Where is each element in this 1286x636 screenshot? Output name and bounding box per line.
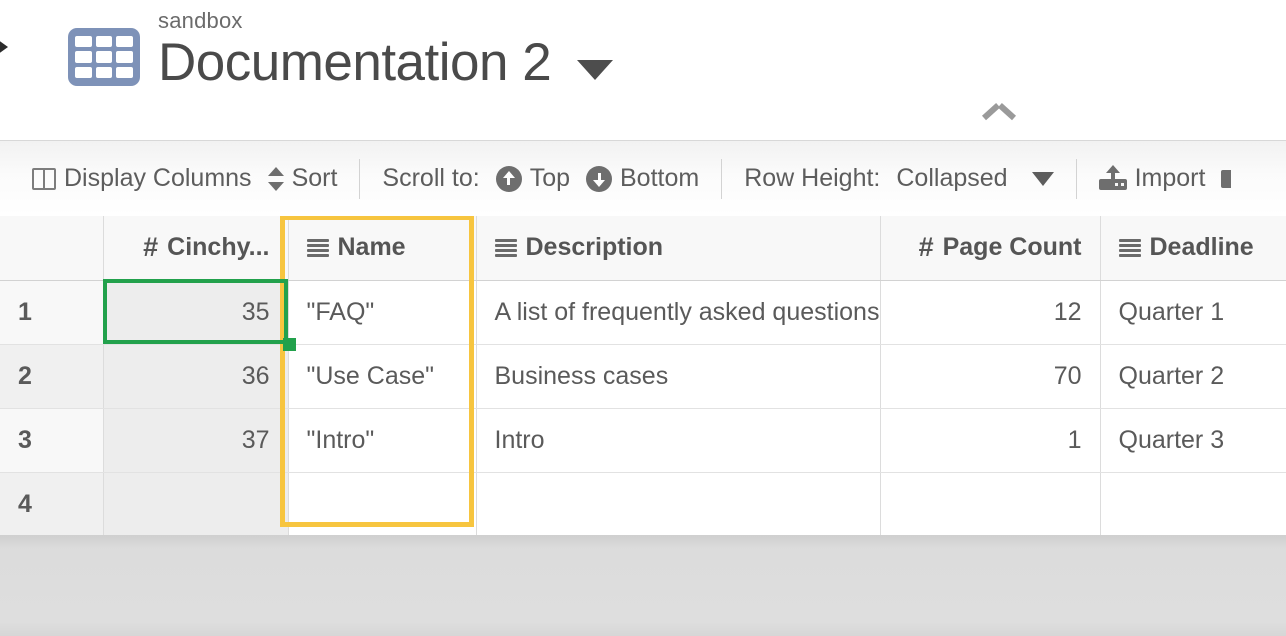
caret-down-icon[interactable]: [577, 60, 614, 80]
scroll-bottom-label: Bottom: [620, 164, 700, 192]
selection-fill-handle[interactable]: [283, 338, 296, 351]
grid-table: # Cinchy... Name Description # Page Coun…: [0, 216, 1286, 535]
column-header-name-label: Name: [337, 233, 406, 262]
cell-id[interactable]: [103, 472, 289, 535]
sort-label: Sort: [291, 164, 338, 192]
cell-description[interactable]: [476, 472, 881, 535]
chevron-up-icon[interactable]: [984, 107, 1014, 125]
circle-arrow-up-icon: [495, 165, 522, 192]
caret-left-icon[interactable]: [0, 34, 8, 60]
text-lines-icon: [306, 238, 329, 257]
table-row[interactable]: 2 36 "Use Case" Business cases 70 Quarte…: [0, 344, 1286, 409]
column-header-description[interactable]: Description: [476, 216, 881, 281]
column-header-page-count[interactable]: # Page Count: [880, 216, 1101, 281]
circle-arrow-down-icon: [586, 165, 612, 192]
cell-id[interactable]: 35: [103, 280, 289, 345]
row-height-select[interactable]: Collapsed: [896, 164, 1054, 193]
table-row[interactable]: 1 35 "FAQ" A list of frequently asked qu…: [0, 280, 1286, 345]
cell-page-count[interactable]: 70: [880, 344, 1101, 409]
toolbar-divider-2: [721, 158, 723, 199]
row-number: 2: [0, 344, 104, 409]
number-icon: #: [918, 232, 934, 263]
cell-page-count[interactable]: [880, 472, 1101, 535]
column-header-id[interactable]: # Cinchy...: [103, 216, 289, 281]
grid-toolbar: Display Columns Sort Scroll to: Top Bott…: [0, 140, 1286, 216]
row-number: 3: [0, 408, 104, 473]
text-lines-icon: [494, 238, 517, 257]
cell-deadline[interactable]: Quarter 2: [1100, 344, 1286, 409]
column-header-deadline[interactable]: Deadline: [1100, 216, 1286, 281]
column-header-name[interactable]: Name: [288, 216, 477, 281]
cell-name[interactable]: "FAQ": [288, 280, 477, 345]
page-title: Documentation 2: [158, 33, 552, 92]
column-header-page-count-label: Page Count: [942, 233, 1082, 262]
cell-name[interactable]: "Intro": [288, 408, 477, 473]
scroll-to-label: Scroll to:: [382, 164, 480, 192]
display-columns-button[interactable]: Display Columns: [32, 164, 252, 193]
cell-description[interactable]: Business cases: [476, 344, 881, 409]
bottom-panel: [0, 535, 1286, 636]
import-label: Import: [1134, 164, 1206, 192]
download-icon[interactable]: [1221, 166, 1232, 192]
cell-deadline[interactable]: Quarter 1: [1100, 280, 1286, 345]
scroll-bottom-button[interactable]: Bottom: [586, 164, 699, 193]
caret-down-icon: [1031, 171, 1054, 186]
cell-id[interactable]: 37: [103, 408, 289, 473]
columns-icon: [32, 167, 56, 190]
import-button[interactable]: Import: [1098, 164, 1206, 193]
cell-page-count[interactable]: 12: [880, 280, 1101, 345]
row-height-label: Row Height:: [744, 164, 881, 192]
text-lines-icon: [1118, 238, 1141, 257]
title-bar: sandbox Documentation 2: [0, 0, 1286, 102]
workspace-label: sandbox: [158, 8, 243, 33]
cell-id[interactable]: 36: [103, 344, 289, 409]
number-icon: #: [143, 232, 159, 263]
sort-updown-icon: [267, 166, 284, 192]
cell-description[interactable]: A list of frequently asked questions: [476, 280, 881, 345]
cell-page-count[interactable]: 1: [880, 408, 1101, 473]
data-grid: # Cinchy... Name Description # Page Coun…: [0, 216, 1286, 535]
cell-deadline[interactable]: Quarter 3: [1100, 408, 1286, 473]
column-header-deadline-label: Deadline: [1149, 233, 1254, 262]
toolbar-divider-1: [359, 158, 361, 199]
scroll-top-button[interactable]: Top: [495, 164, 570, 193]
grid-header-row: # Cinchy... Name Description # Page Coun…: [0, 216, 1286, 281]
column-header-description-label: Description: [525, 233, 664, 262]
column-header-rownum: [0, 216, 104, 281]
row-number: 1: [0, 280, 104, 345]
row-number: 4: [0, 472, 104, 535]
table-grid-icon: [68, 28, 140, 86]
toolbar-divider-3: [1075, 158, 1077, 199]
cell-name[interactable]: [288, 472, 477, 535]
display-columns-label: Display Columns: [64, 164, 252, 192]
table-row[interactable]: 4: [0, 472, 1286, 535]
sort-button[interactable]: Sort: [267, 164, 338, 193]
upload-icon: [1098, 164, 1127, 192]
column-header-id-label: Cinchy...: [167, 233, 270, 262]
cell-deadline[interactable]: [1100, 472, 1286, 535]
title-block: sandbox Documentation 2: [158, 8, 614, 94]
cell-description[interactable]: Intro: [476, 408, 881, 473]
scroll-top-label: Top: [529, 164, 570, 192]
row-height-value: Collapsed: [896, 164, 1008, 192]
cell-name[interactable]: "Use Case": [288, 344, 477, 409]
table-row[interactable]: 3 37 "Intro" Intro 1 Quarter 3: [0, 408, 1286, 473]
